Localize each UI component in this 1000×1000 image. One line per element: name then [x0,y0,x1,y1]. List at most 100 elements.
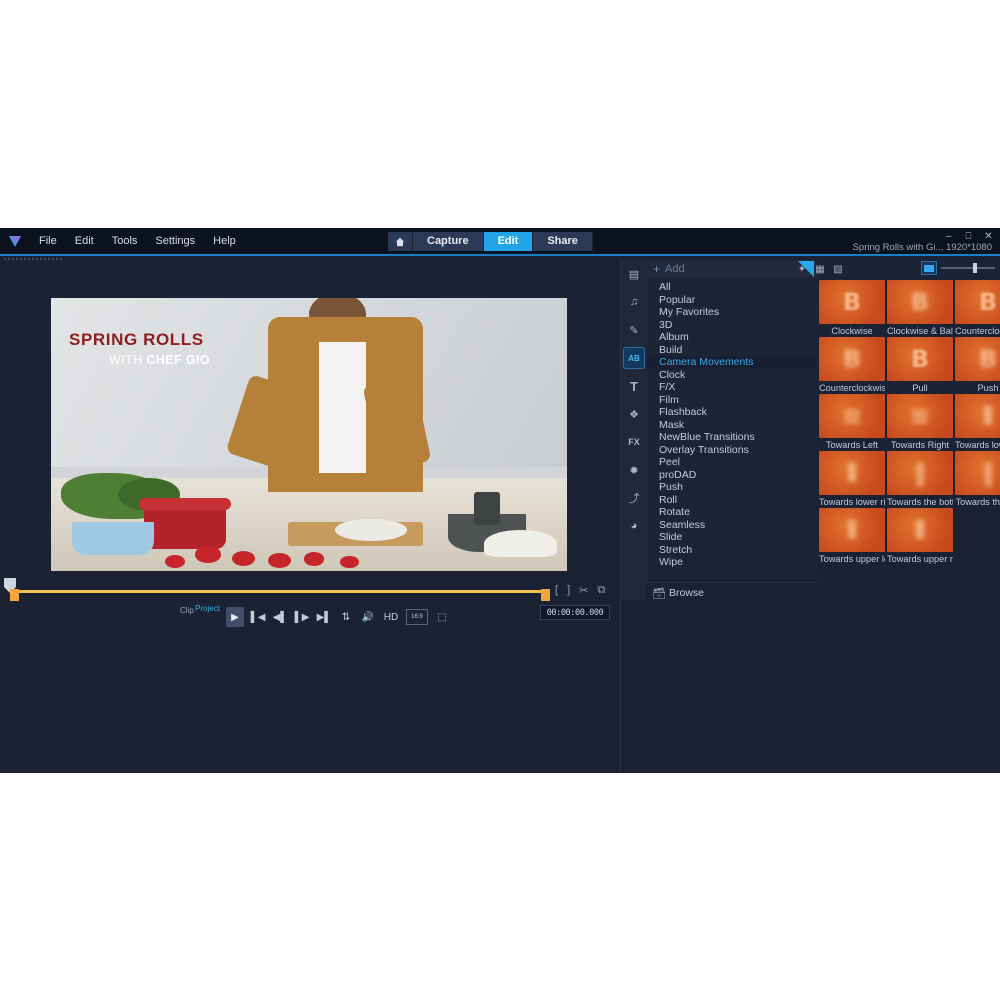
speed-icon[interactable]: ◕ [624,516,644,536]
transition-thumbnail[interactable]: B [887,337,953,381]
library-category-camera-movements[interactable]: Camera Movements [647,356,817,369]
library-category-f-x[interactable]: F/X [647,381,817,394]
menu-help[interactable]: Help [204,232,245,250]
go-to-start-button[interactable]: ▌◀ [250,609,266,625]
transition-thumbnail[interactable]: ‖ [955,451,1000,495]
library-category-wipe[interactable]: Wipe [647,556,817,569]
media-icon[interactable]: ▤ [624,264,644,284]
library-category-film[interactable]: Film [647,394,817,407]
trim-end-marker[interactable] [541,589,550,601]
library-category-newblue-transitions[interactable]: NewBlue Transitions [647,431,817,444]
snapshot-icon[interactable]: ⧉ [597,584,605,597]
clip-label[interactable]: Clip [180,606,194,662]
project-clip-toggle[interactable]: Project Clip [180,604,220,615]
go-to-end-button[interactable]: ▶▌ [316,609,332,625]
tab-edit[interactable]: Edit [483,232,534,251]
library-category-slide[interactable]: Slide [647,531,817,544]
library-category-push[interactable]: Push [647,481,817,494]
transition-item[interactable]: B Clockwise & Bala.. [887,280,953,336]
library-category-rotate[interactable]: Rotate [647,506,817,519]
library-category-overlay-transitions[interactable]: Overlay Transitions [647,444,817,457]
graphics-icon[interactable]: ❖ [624,404,644,424]
previous-frame-button[interactable]: ◀▌ [272,609,288,625]
transition-item[interactable]: B Clockwise [819,280,885,336]
transition-thumbnail[interactable]: B [955,280,1000,324]
close-button[interactable]: ✕ [983,231,994,242]
transition-item[interactable]: ⫴ Towards upper left [819,508,885,564]
text-icon[interactable]: T [624,376,644,396]
transition-thumbnail[interactable]: ⫴ [887,508,953,552]
grid-view-icon[interactable]: ▦ [811,261,829,277]
trim-start-marker[interactable] [10,589,19,601]
fx-icon[interactable]: FX [624,432,644,452]
transition-item[interactable]: ‖ Towards the bott.. [887,451,953,507]
fullscreen-button[interactable]: ⬚ [434,609,450,625]
transition-thumbnail[interactable]: ‖ [887,451,953,495]
library-category-prodad[interactable]: proDAD [647,469,817,482]
library-category-3d[interactable]: 3D [647,319,817,332]
library-category-build[interactable]: Build [647,344,817,357]
transition-thumbnail[interactable]: ⫴ [819,451,885,495]
transition-item[interactable]: B Counterclockwise [955,280,1000,336]
motion-icon[interactable]: ⤴ [624,488,644,508]
transition-item[interactable]: ≡ Towards Right [887,394,953,450]
library-category-seamless[interactable]: Seamless [647,519,817,532]
plus-icon[interactable]: + [653,262,660,276]
menu-tools[interactable]: Tools [103,232,147,250]
tab-home[interactable] [388,232,413,251]
transition-item[interactable]: ⫴ Towards lower ri.. [819,451,885,507]
transition-item[interactable]: ‖ Towards the top [955,451,1000,507]
mark-out-icon[interactable]: ] [567,584,570,597]
thumbnail-view-icon[interactable] [921,261,937,275]
library-category-list[interactable]: All Popular My Favorites 3D Album Build Camera… [647,278,817,578]
audio-icon[interactable]: ♫ [624,292,644,312]
scrub-track[interactable] [14,590,550,593]
transitions-icon[interactable]: AB [623,347,645,369]
transition-thumbnail[interactable]: ⫴ [819,508,885,552]
library-category-clock[interactable]: Clock [647,369,817,382]
restore-button[interactable]: ⎕ [963,231,974,242]
tab-share[interactable]: Share [533,232,593,251]
transition-thumbnail[interactable]: B [819,280,885,324]
transition-thumbnail[interactable]: B [955,337,1000,381]
play-button[interactable]: ▶ [226,607,244,627]
transition-item[interactable]: B Counterclockwise.. [819,337,885,393]
mark-in-icon[interactable]: [ [555,584,558,597]
transition-item[interactable]: ⫴ Towards lower left [955,394,1000,450]
tab-capture[interactable]: Capture [413,232,484,251]
transition-item[interactable]: ≡ Towards Left [819,394,885,450]
next-frame-button[interactable]: ▌▶ [294,609,310,625]
library-category-roll[interactable]: Roll [647,494,817,507]
transition-thumbnail[interactable]: ⫴ [955,394,1000,438]
library-add-bar[interactable]: + Add [647,260,817,278]
hd-button[interactable]: HD [382,609,400,625]
effects-icon[interactable]: ✹ [624,460,644,480]
menu-file[interactable]: File [30,232,66,250]
transition-thumbnail[interactable]: ≡ [819,394,885,438]
add-effect-icon[interactable]: ✦ [793,261,811,277]
library-category-stretch[interactable]: Stretch [647,544,817,557]
library-category-popular[interactable]: Popular [647,294,817,307]
loop-button[interactable]: ⇅ [338,609,354,625]
thumbnail-size-knob[interactable] [973,263,977,273]
menu-edit[interactable]: Edit [66,232,103,250]
volume-button[interactable]: 🔊 [360,609,376,625]
list-view-icon[interactable]: ▧ [829,261,847,277]
transition-item[interactable]: ⫴ Towards upper ri.. [887,508,953,564]
menu-settings[interactable]: Settings [146,232,204,250]
library-browse-button[interactable]: 🗃 Browse [647,582,817,602]
minimize-button[interactable]: – [943,231,954,242]
transition-thumbnail[interactable]: B [887,280,953,324]
preview-scrubber[interactable]: [ ] ✂ ⧉ [0,578,618,602]
thumbnail-size-slider[interactable] [941,267,995,269]
transition-thumbnail[interactable]: B [819,337,885,381]
library-category-all[interactable]: All [647,281,817,294]
split-clip-icon[interactable]: ✂ [579,584,588,597]
transition-item[interactable]: B Push [955,337,1000,393]
library-category-my-favorites[interactable]: My Favorites [647,306,817,319]
transition-thumbnail[interactable]: ≡ [887,394,953,438]
titles-icon[interactable]: ✎ [624,320,644,340]
video-preview[interactable]: SPRING ROLLS WITH CHEF GIO [51,298,567,571]
aspect-ratio-button[interactable]: 16:9 [406,609,428,625]
library-category-mask[interactable]: Mask [647,419,817,432]
